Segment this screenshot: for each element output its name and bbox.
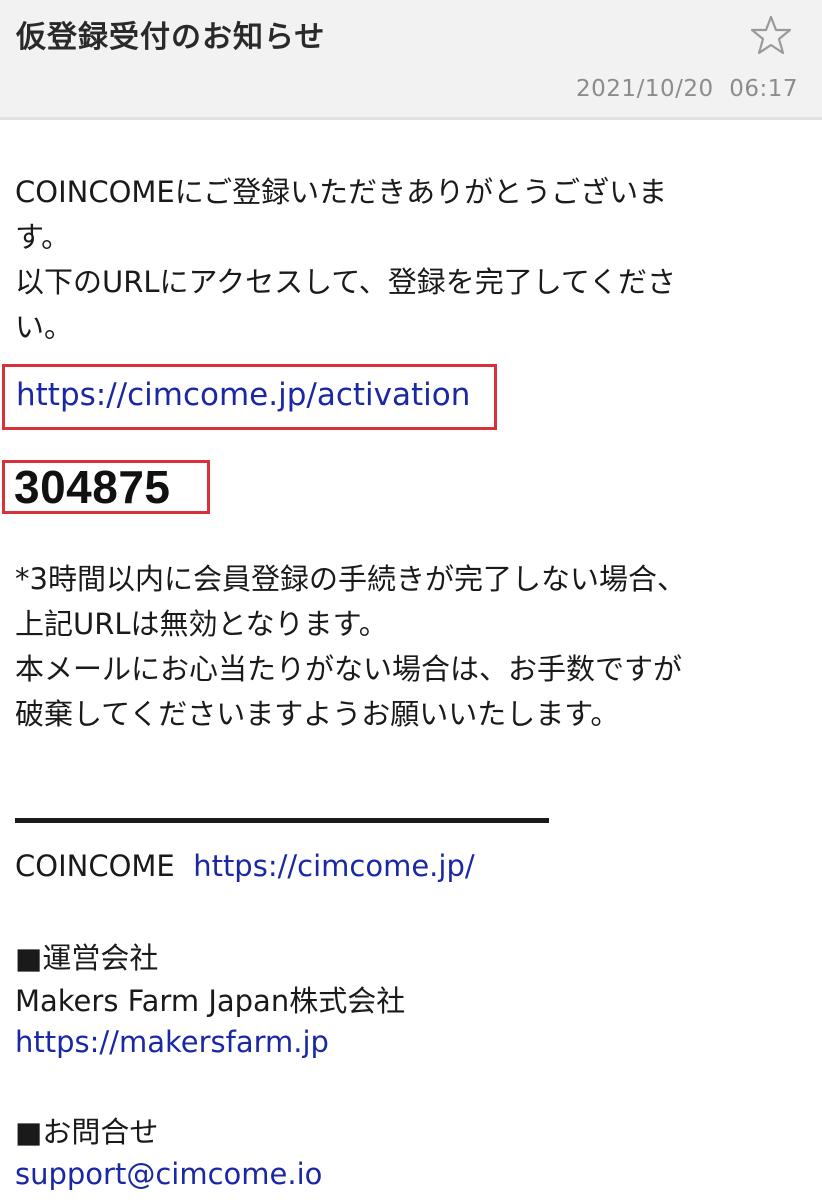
verification-code: 304875 xyxy=(14,461,171,513)
email-body: COINCOMEにご登録いただきありがとうございま す。 以下のURLにアクセス… xyxy=(15,170,805,350)
brand-line: COINCOME https://cimcome.jp/ xyxy=(15,844,475,889)
instruction-line-2: い。 xyxy=(15,310,74,344)
notice-text: *3時間以内に会員登録の手続きが完了しない場合、 上記URLは無効となります。 … xyxy=(15,557,815,737)
contact-email-link[interactable]: support@cimcome.io xyxy=(15,1157,322,1191)
activation-link[interactable]: https://cimcome.jp/activation xyxy=(16,372,470,418)
notice-line-2: 上記URLは無効となります。 xyxy=(15,607,388,641)
contact-heading: ■お問合せ xyxy=(15,1115,159,1149)
greeting-line-1: COINCOMEにご登録いただきありがとうございま xyxy=(15,175,668,209)
instruction-line-1: 以下のURLにアクセスして、登録を完了してくださ xyxy=(15,265,677,299)
email-subject: 仮登録受付のお知らせ xyxy=(16,20,326,55)
email-date: 2021/10/20 06:17 xyxy=(576,76,798,102)
star-icon[interactable] xyxy=(748,12,794,58)
operator-link[interactable]: https://makersfarm.jp xyxy=(15,1025,329,1059)
notice-line-1: *3時間以内に会員登録の手続きが完了しない場合、 xyxy=(15,562,686,596)
brand-link[interactable]: https://cimcome.jp/ xyxy=(193,849,474,883)
greeting-line-2: す。 xyxy=(15,220,71,254)
signature-divider xyxy=(15,818,549,823)
brand-name: COINCOME xyxy=(15,849,175,883)
notice-line-4: 破棄してくださいますようお願いいたします。 xyxy=(15,697,620,731)
contact-link-row: support@cimcome.io xyxy=(15,1152,322,1197)
operator-link-row: https://makersfarm.jp xyxy=(15,1020,329,1065)
email-header: 仮登録受付のお知らせ 2021/10/20 06:17 xyxy=(0,0,822,120)
greeting-text: COINCOMEにご登録いただきありがとうございま す。 以下のURLにアクセス… xyxy=(15,170,805,350)
notice-line-3: 本メールにお心当たりがない場合は、お手数ですが xyxy=(15,652,683,686)
operator-name: Makers Farm Japan株式会社 xyxy=(15,984,406,1018)
operator-heading: ■運営会社 xyxy=(15,941,159,975)
